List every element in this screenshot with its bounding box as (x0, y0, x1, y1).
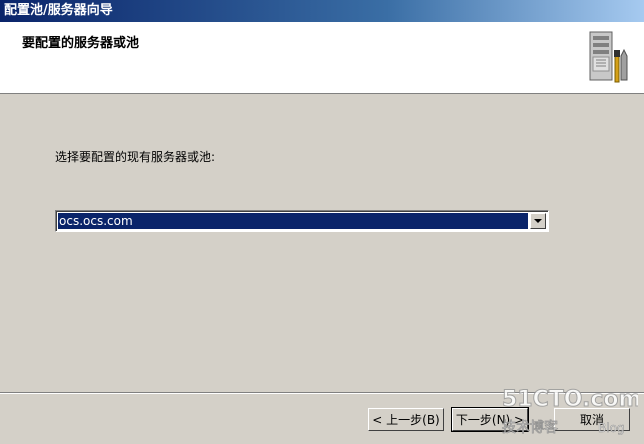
page-title: 要配置的服务器或池 (22, 36, 140, 51)
next-button[interactable]: 下一步(N) > (451, 407, 529, 432)
back-button[interactable]: < 上一步(B) (368, 408, 444, 431)
chevron-down-icon[interactable] (530, 213, 546, 229)
cancel-button[interactable]: 取消 (554, 408, 630, 431)
selected-server-value: ocs.ocs.com (58, 213, 528, 229)
server-pool-select[interactable]: ocs.ocs.com (55, 210, 549, 232)
footer-divider (0, 392, 644, 394)
wizard-header: 要配置的服务器或池 (0, 22, 644, 94)
server-select-label: 选择要配置的现有服务器或池: (55, 150, 216, 164)
server-tools-icon (589, 31, 628, 83)
window-title: 配置池/服务器向导 (0, 0, 644, 22)
